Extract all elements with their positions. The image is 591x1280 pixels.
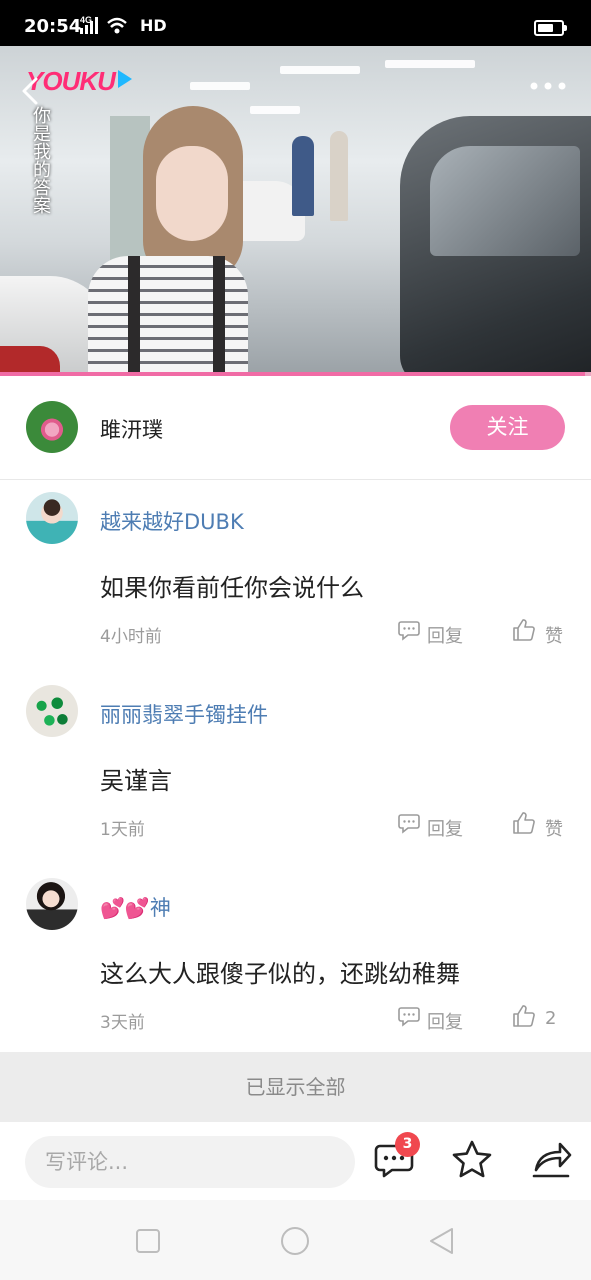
battery-icon: [534, 20, 567, 36]
commenter-avatar[interactable]: [26, 685, 78, 737]
reply-label: 回复: [427, 626, 463, 647]
reply-label: 回复: [427, 819, 463, 840]
video-player[interactable]: YOUKU 你是我的答案: [0, 46, 591, 376]
author-name[interactable]: 雎汧璞: [100, 414, 163, 444]
comment-item: 丽丽翡翠手镯挂件 吴谨言 1天前 回复 赞: [0, 673, 591, 866]
ceiling-light: [385, 60, 475, 68]
like-count: 2: [545, 1008, 557, 1029]
commenter-name[interactable]: 越来越好DUBK: [100, 506, 244, 536]
chevron-left-icon[interactable]: [18, 76, 44, 106]
comment-count-badge: 3: [395, 1132, 420, 1157]
comment-text: 如果你看前任你会说什么: [100, 574, 364, 602]
ceiling-light: [250, 106, 300, 114]
all-comments-shown-notice: 已显示全部: [0, 1052, 591, 1122]
hearts-emoji: 💕💕: [100, 896, 150, 920]
thumbs-up-icon: [513, 812, 535, 834]
bag-strap: [128, 256, 140, 376]
comment-time: 3天前: [100, 1013, 145, 1033]
commenter-avatar[interactable]: [26, 492, 78, 544]
comment-item: 💕💕神 这么大人跟傻子似的，还跳幼稚舞 3天前 回复 2: [0, 866, 591, 1059]
comment-text: 这么大人跟傻子似的，还跳幼稚舞: [100, 960, 460, 988]
reply-label: 回复: [427, 1012, 463, 1033]
status-bar: 20:54 4G HD: [0, 0, 591, 46]
author-row: 雎汧璞 关注: [0, 376, 591, 480]
like-label: 赞: [545, 819, 563, 840]
bottom-action-bar: 3: [0, 1122, 591, 1200]
author-avatar[interactable]: [26, 401, 78, 453]
follow-button[interactable]: 关注: [450, 405, 565, 450]
bag-strap: [213, 256, 225, 376]
actress: [88, 106, 248, 376]
signal-wifi-icon: 4G: [80, 15, 127, 34]
commenter-name[interactable]: 丽丽翡翠手镯挂件: [100, 699, 268, 729]
star-icon[interactable]: [450, 1138, 494, 1182]
ceiling-light: [190, 82, 250, 90]
commenter-name-text: 神: [149, 896, 171, 920]
home-icon[interactable]: [280, 1226, 310, 1256]
thumbs-up-icon: [513, 619, 535, 641]
system-navigation-bar: [0, 1200, 591, 1280]
battery-level: [538, 24, 554, 32]
youku-logo-mark: [118, 70, 132, 88]
face: [156, 146, 228, 241]
background-person: [330, 131, 348, 221]
ceiling-light: [280, 66, 360, 74]
share-icon[interactable]: [530, 1138, 574, 1182]
car-window: [430, 146, 580, 256]
comment-time: 1天前: [100, 820, 145, 840]
like-label: 赞: [545, 626, 563, 647]
comment-item: 越来越好DUBK 如果你看前任你会说什么 4小时前 回复 赞: [0, 480, 591, 673]
comment-bubble-icon: [398, 1007, 420, 1027]
status-time: 20:54: [24, 16, 82, 37]
comment-input[interactable]: [25, 1136, 355, 1188]
thumbs-up-icon: [513, 1005, 535, 1027]
more-dots-icon[interactable]: [528, 80, 568, 92]
background-person: [292, 136, 314, 216]
commenter-avatar[interactable]: [26, 878, 78, 930]
video-title-vertical: 你是我的答案: [30, 106, 51, 214]
hd-indicator: HD: [140, 16, 167, 35]
comment-time: 4小时前: [100, 627, 162, 647]
commenter-name[interactable]: 💕💕神: [100, 892, 171, 922]
comment-bubble-icon: [398, 621, 420, 641]
recent-apps-icon[interactable]: [133, 1226, 163, 1256]
comment-bubble-icon: [398, 814, 420, 834]
back-triangle-icon[interactable]: [427, 1226, 457, 1256]
comment-text: 吴谨言: [100, 767, 172, 795]
